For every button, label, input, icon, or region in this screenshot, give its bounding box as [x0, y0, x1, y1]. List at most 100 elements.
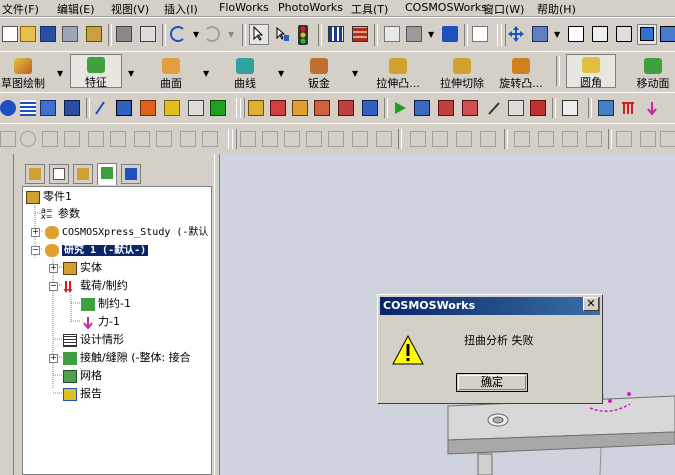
menu-view[interactable]: 视图(V)	[111, 1, 149, 17]
toolbar-grip[interactable]	[240, 98, 245, 118]
temperature-icon[interactable]	[314, 100, 330, 116]
result-icon[interactable]	[188, 100, 204, 116]
tree-item-design-scenarios[interactable]: 设计情形	[63, 332, 124, 347]
combine-icon[interactable]	[562, 131, 578, 147]
tab-feature-manager[interactable]	[25, 164, 45, 184]
options-icon[interactable]	[86, 26, 102, 42]
menu-insert[interactable]: 插入(I)	[164, 1, 198, 17]
report-icon[interactable]	[210, 100, 226, 116]
loft-disabled-icon[interactable]	[328, 131, 344, 147]
animate-icon[interactable]	[530, 100, 546, 116]
extrude-disabled-icon[interactable]	[240, 131, 256, 147]
printer-icon[interactable]	[116, 26, 132, 42]
pressure-icon[interactable]	[292, 100, 308, 116]
open-folder-icon[interactable]	[20, 26, 36, 42]
polygon-icon[interactable]	[42, 131, 58, 147]
sketch-button[interactable]: 草图绘制	[0, 56, 52, 91]
stress-icon[interactable]	[438, 100, 454, 116]
flag-icon[interactable]	[410, 131, 426, 147]
tree-item-solids[interactable]: 实体	[63, 260, 102, 275]
traffic-light-icon[interactable]	[298, 25, 308, 45]
force-icon[interactable]	[270, 100, 286, 116]
mesh-icon[interactable]	[116, 100, 132, 116]
zoom-icon[interactable]	[0, 100, 16, 116]
tab-cosmosworks-manager[interactable]	[97, 163, 117, 185]
list-icon[interactable]	[20, 100, 36, 116]
load-flow-icon[interactable]	[598, 100, 614, 116]
brick-wall-icon[interactable]	[352, 26, 368, 42]
rib-icon[interactable]	[456, 131, 472, 147]
document-list-icon[interactable]	[472, 26, 488, 42]
shaded-with-edges-icon[interactable]	[637, 24, 657, 45]
redo-icon[interactable]	[204, 26, 220, 42]
menu-edit[interactable]: 编辑(E)	[57, 1, 95, 17]
tree-item-contact-gaps[interactable]: 接触/缝隙 (-整体: 接合	[63, 350, 191, 365]
tab-configuration-manager[interactable]	[73, 164, 93, 184]
redo-dropdown-icon[interactable]: ▼	[228, 30, 234, 39]
sketch-dropdown-icon[interactable]: ▼	[57, 69, 63, 78]
tree-root-part[interactable]: 零件1	[26, 189, 72, 204]
tab-property-manager[interactable]	[49, 164, 69, 184]
tree-item-cosmosxpress-study[interactable]: COSMOSXpress_Study (-默认	[45, 224, 208, 239]
tree-item-mesh[interactable]: 网格	[63, 368, 102, 383]
insert-part-icon[interactable]	[514, 131, 530, 147]
curve-dropdown-icon[interactable]: ▼	[278, 69, 284, 78]
expand-icon[interactable]: +	[31, 228, 40, 237]
new-document-icon[interactable]	[2, 26, 18, 42]
gear-icon[interactable]	[562, 100, 578, 116]
down-arrow-icon[interactable]	[644, 100, 660, 116]
ellipse-icon[interactable]	[20, 131, 36, 147]
move-icon[interactable]	[508, 26, 524, 42]
play-icon[interactable]	[392, 100, 408, 116]
shaded-icon[interactable]	[660, 26, 675, 42]
revolve-disabled-icon[interactable]	[284, 131, 300, 147]
menu-file[interactable]: 文件(F)	[2, 1, 39, 17]
connector-icon[interactable]	[362, 100, 378, 116]
move-face-button[interactable]: 移动面	[628, 56, 675, 91]
run-icon[interactable]	[140, 100, 156, 116]
expand-icon[interactable]: +	[49, 264, 58, 273]
offset-icon[interactable]	[88, 131, 104, 147]
feature-dropdown-icon[interactable]: ▼	[128, 69, 134, 78]
camera-dropdown-icon[interactable]: ▼	[428, 30, 434, 39]
mirror-icon[interactable]	[156, 131, 172, 147]
sheetmetal-dropdown-icon[interactable]: ▼	[352, 69, 358, 78]
table-icon[interactable]	[134, 131, 150, 147]
tree-item-report[interactable]: 报告	[63, 386, 102, 401]
shell-disabled-icon[interactable]	[376, 131, 392, 147]
print-preview-magnifier-icon[interactable]	[140, 26, 156, 42]
displacement-icon[interactable]	[462, 100, 478, 116]
curve-tool-icon[interactable]	[616, 131, 632, 147]
extrude-boss-button[interactable]: 拉伸凸...	[370, 56, 426, 91]
fixture-icon[interactable]	[164, 100, 180, 116]
sweep-disabled-icon[interactable]	[306, 131, 322, 147]
chart-icon[interactable]	[64, 100, 80, 116]
select-pointer-icon[interactable]	[249, 24, 269, 45]
tree-item-loads-restraints[interactable]: 载荷/制约	[63, 278, 128, 293]
toolbar-grip[interactable]	[232, 129, 237, 149]
undo-dropdown-icon[interactable]: ▼	[193, 30, 199, 39]
load-icon[interactable]	[248, 100, 264, 116]
tree-item-restraint-1[interactable]: 制约-1	[81, 296, 131, 311]
undo-icon[interactable]	[170, 26, 186, 42]
flex-icon[interactable]	[640, 131, 656, 147]
tree-item-parameters[interactable]: a= x= 参数	[41, 206, 80, 221]
plot-icon[interactable]	[414, 100, 430, 116]
view-orientation-dropdown-icon[interactable]: ▼	[554, 30, 560, 39]
deform-icon[interactable]	[660, 131, 675, 147]
join-icon[interactable]	[586, 131, 602, 147]
study-icon[interactable]	[40, 100, 56, 116]
surface-button[interactable]: 曲面	[148, 56, 194, 91]
dome-icon[interactable]	[480, 131, 496, 147]
camera-icon[interactable]	[406, 26, 422, 42]
menu-window[interactable]: 窗口(W)	[483, 1, 524, 17]
menu-help[interactable]: 帮助(H)	[537, 1, 576, 17]
distributed-load-icon[interactable]	[620, 100, 636, 116]
pattern-icon[interactable]	[110, 131, 126, 147]
grid-icon[interactable]	[328, 26, 344, 42]
section-icon[interactable]	[508, 100, 524, 116]
save-icon[interactable]	[40, 26, 56, 42]
view-orientation-icon[interactable]	[532, 26, 548, 42]
select-filter-icon[interactable]	[274, 26, 290, 42]
sketch-frame-icon[interactable]	[384, 26, 400, 42]
